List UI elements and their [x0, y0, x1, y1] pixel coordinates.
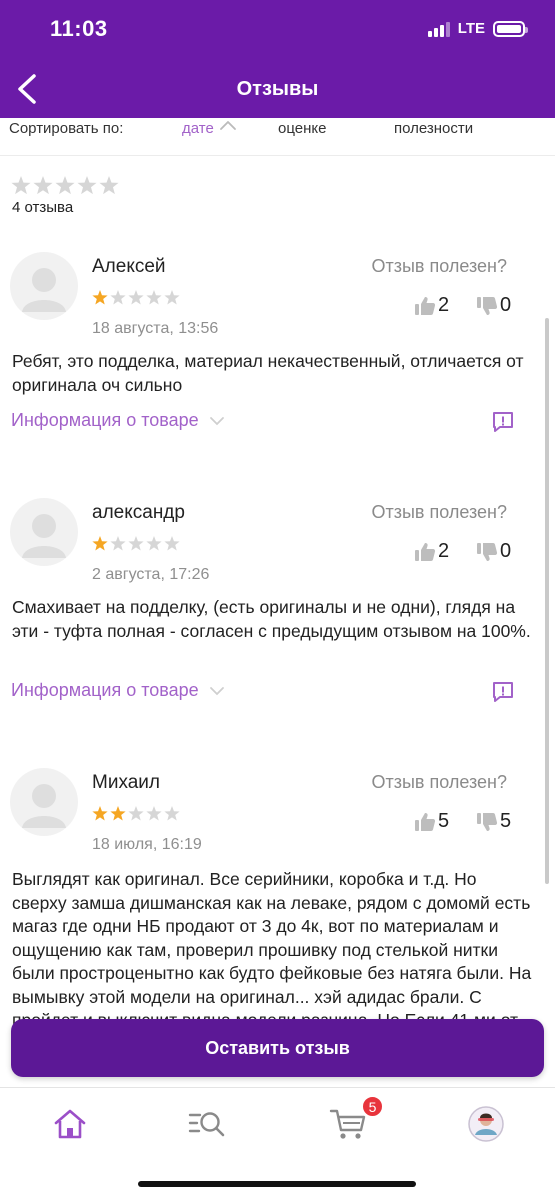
- avatar: [10, 768, 78, 836]
- star-filled-icon: [110, 806, 126, 821]
- star-empty-icon: [110, 290, 126, 305]
- leave-review-button[interactable]: Оставить отзыв: [11, 1019, 544, 1077]
- user-placeholder-icon: [22, 268, 66, 312]
- star-empty-icon: [11, 176, 31, 195]
- thumb-down-icon: [477, 542, 498, 561]
- sort-bar: Сортировать по: дате оценке полезности: [0, 118, 555, 156]
- network-type: LTE: [457, 20, 485, 37]
- status-time: 11:03: [50, 16, 108, 41]
- star-filled-icon: [92, 806, 108, 821]
- dislike-count: 0: [500, 540, 512, 562]
- review-text: Ребят, это подделка, материал некачестве…: [12, 351, 524, 395]
- chevron-up-icon: [220, 121, 236, 130]
- review-rating-stars: [92, 536, 180, 552]
- sort-label: Сортировать по:: [9, 120, 124, 137]
- sort-option-usefulness[interactable]: полезности: [394, 120, 473, 137]
- like-count: 5: [438, 810, 450, 832]
- chevron-down-icon: [209, 416, 224, 425]
- star-empty-icon: [33, 176, 53, 195]
- reviews-count: 4 отзыва: [12, 199, 74, 216]
- product-info-link[interactable]: Информация о товаре: [11, 410, 225, 431]
- app-header: 11:03 LTE Отзывы: [0, 0, 555, 118]
- like-button[interactable]: 5: [414, 810, 449, 833]
- star-empty-icon: [146, 806, 162, 821]
- like-count: 2: [438, 294, 450, 316]
- star-empty-icon: [128, 536, 144, 551]
- review-author: Алексей: [92, 256, 166, 277]
- helpful-question: Отзыв полезен?: [371, 772, 508, 792]
- user-placeholder-icon: [22, 784, 66, 828]
- status-indicators: LTE: [427, 20, 528, 37]
- product-info-label: Информация о товаре: [11, 680, 199, 700]
- dislike-button[interactable]: 0: [476, 294, 511, 317]
- home-indicator: [138, 1181, 416, 1187]
- star-empty-icon: [55, 176, 75, 195]
- thumb-down-icon: [477, 812, 498, 831]
- catalog-search-icon[interactable]: [187, 1104, 227, 1144]
- thumb-down-icon: [477, 296, 498, 315]
- cart-badge: 5: [361, 1095, 384, 1118]
- scrollbar[interactable]: [545, 318, 549, 884]
- like-button[interactable]: 2: [414, 540, 449, 563]
- like-count: 2: [438, 540, 450, 562]
- star-filled-icon: [92, 536, 108, 551]
- review-rating-stars: [92, 290, 180, 306]
- sort-option-rating[interactable]: оценке: [278, 120, 326, 137]
- review-author: Михаил: [92, 772, 160, 793]
- star-empty-icon: [128, 290, 144, 305]
- sort-option-date[interactable]: дате: [182, 120, 214, 137]
- chevron-down-icon: [209, 686, 224, 695]
- avatar: [10, 252, 78, 320]
- report-icon[interactable]: [491, 680, 515, 704]
- review-date: 18 августа, 13:56: [92, 320, 219, 337]
- star-empty-icon: [164, 536, 180, 551]
- dislike-button[interactable]: 5: [476, 810, 511, 833]
- page-title: Отзывы: [236, 78, 319, 100]
- helpful-question: Отзыв полезен?: [371, 256, 508, 276]
- dislike-count: 5: [500, 810, 512, 832]
- battery-icon: [493, 20, 528, 37]
- star-empty-icon: [99, 176, 119, 195]
- status-bar: 11:03 LTE: [0, 0, 555, 60]
- tab-bar: 5: [0, 1087, 555, 1200]
- star-empty-icon: [146, 536, 162, 551]
- review-date: 18 июля, 16:19: [92, 836, 202, 853]
- like-button[interactable]: 2: [414, 294, 449, 317]
- product-info-label: Информация о товаре: [11, 410, 199, 430]
- dislike-button[interactable]: 0: [476, 540, 511, 563]
- signal-icon: [427, 21, 450, 37]
- profile-avatar-icon[interactable]: [466, 1104, 506, 1144]
- product-info-link[interactable]: Информация о товаре: [11, 680, 225, 701]
- summary-rating-stars: [11, 176, 119, 196]
- report-icon[interactable]: [491, 410, 515, 434]
- helpful-question: Отзыв полезен?: [371, 502, 508, 522]
- thumb-up-icon: [415, 542, 436, 561]
- review-text: Смахивает на подделку, (есть оригиналы и…: [12, 597, 531, 641]
- star-empty-icon: [128, 806, 144, 821]
- user-placeholder-icon: [22, 514, 66, 558]
- thumb-up-icon: [415, 296, 436, 315]
- star-filled-icon: [92, 290, 108, 305]
- review-rating-stars: [92, 806, 180, 822]
- review-date: 2 августа, 17:26: [92, 566, 210, 583]
- home-icon[interactable]: [50, 1104, 90, 1144]
- star-empty-icon: [110, 536, 126, 551]
- review-author: александр: [92, 502, 185, 523]
- star-empty-icon: [146, 290, 162, 305]
- avatar: [10, 498, 78, 566]
- thumb-up-icon: [415, 812, 436, 831]
- dislike-count: 0: [500, 294, 512, 316]
- star-empty-icon: [77, 176, 97, 195]
- star-empty-icon: [164, 806, 180, 821]
- star-empty-icon: [164, 290, 180, 305]
